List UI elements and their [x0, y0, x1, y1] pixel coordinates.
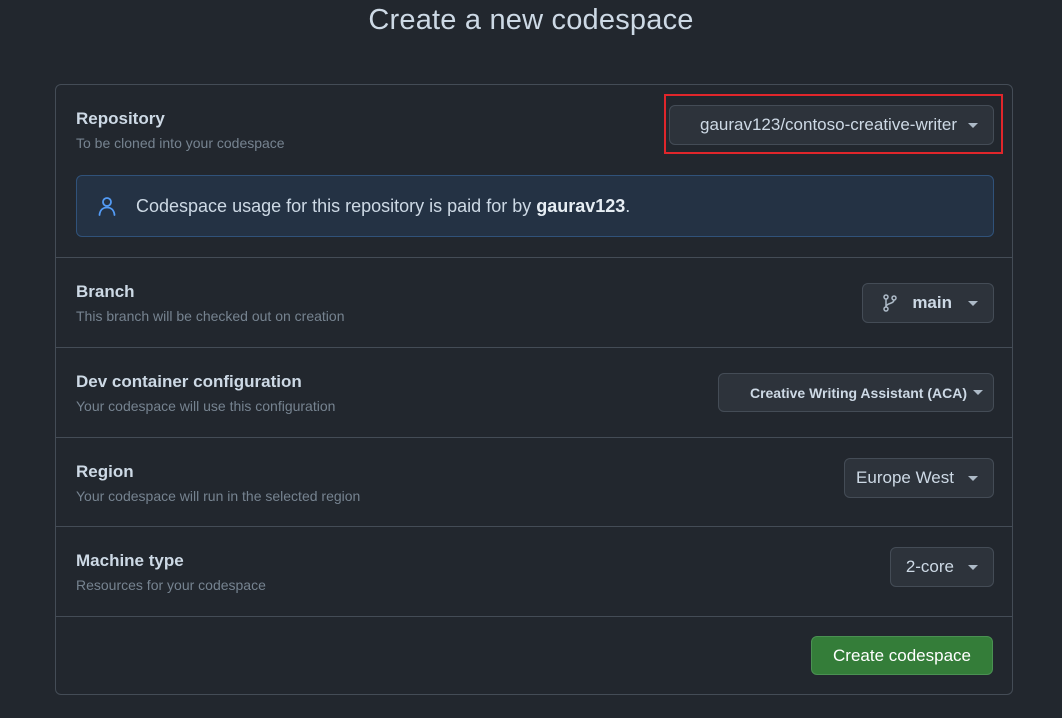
- branch-description: This branch will be checked out on creat…: [76, 308, 345, 324]
- region-section: Region Your codespace will run in the se…: [56, 438, 1012, 527]
- create-codespace-button[interactable]: Create codespace: [811, 636, 993, 675]
- machine-label: Machine type: [76, 551, 184, 570]
- caret-down-icon: [968, 122, 978, 128]
- machine-select-value: 2-core: [905, 557, 954, 576]
- page-title: Create a new codespace: [368, 4, 694, 36]
- git-branch-icon: [883, 294, 898, 312]
- devcontainer-select[interactable]: Creative Writing Assistant (ACA): [718, 373, 994, 412]
- codespace-form: Repository To be cloned into your codesp…: [55, 84, 1013, 695]
- caret-down-icon: [968, 475, 978, 481]
- notice-suffix: .: [625, 195, 631, 216]
- notice-text: Codespace usage for this repository is p…: [136, 195, 532, 216]
- repository-select[interactable]: gaurav123/contoso-creative-writer: [669, 105, 994, 145]
- devcontainer-description: Your codespace will use this configurati…: [76, 398, 336, 414]
- branch-section: Branch This branch will be checked out o…: [56, 258, 1012, 348]
- caret-down-icon: [968, 300, 978, 306]
- machine-description: Resources for your codespace: [76, 577, 266, 593]
- devcontainer-select-value: Creative Writing Assistant (ACA): [749, 384, 967, 401]
- repository-description: To be cloned into your codespace: [76, 135, 285, 151]
- person-icon: [98, 197, 116, 216]
- region-select-value: Europe West: [856, 468, 954, 487]
- repository-section: Repository To be cloned into your codesp…: [56, 85, 1012, 258]
- notice-owner: gaurav123: [536, 195, 626, 216]
- machine-section: Machine type Resources for your codespac…: [56, 527, 1012, 617]
- repository-select-value: gaurav123/contoso-creative-writer: [699, 115, 957, 134]
- region-description: Your codespace will run in the selected …: [76, 488, 361, 504]
- devcontainer-label: Dev container configuration: [76, 372, 302, 391]
- caret-down-icon: [973, 390, 983, 395]
- branch-select-value: main: [912, 293, 952, 312]
- branch-label: Branch: [76, 282, 135, 301]
- region-label: Region: [76, 462, 134, 481]
- branch-select[interactable]: main: [862, 283, 994, 323]
- devcontainer-section: Dev container configuration Your codespa…: [56, 348, 1012, 438]
- repository-label: Repository: [76, 109, 165, 128]
- region-select[interactable]: Europe West: [844, 458, 994, 498]
- machine-select[interactable]: 2-core: [890, 547, 994, 587]
- billing-notice: Codespace usage for this repository is p…: [76, 175, 994, 237]
- page: Create a new codespace Repository To be …: [0, 0, 1062, 718]
- caret-down-icon: [968, 564, 978, 570]
